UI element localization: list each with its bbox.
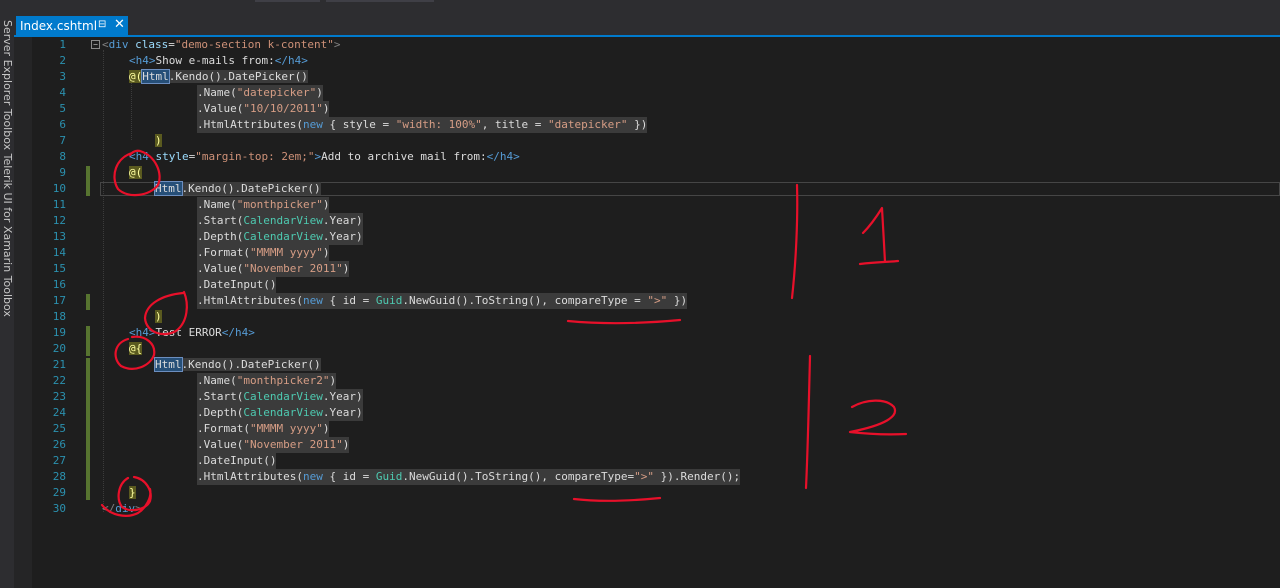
code-line[interactable]: .Depth(CalendarView.Year) [197,405,363,421]
line-number: 24 [52,406,66,419]
line-number: 27 [52,454,66,467]
line-number: 4 [59,86,66,99]
line-number: 14 [52,246,66,259]
code-line[interactable]: ) [155,309,162,325]
change-marker [86,166,90,196]
code-line[interactable]: .HtmlAttributes(new { id = Guid.NewGuid(… [197,293,688,309]
line-number: 25 [52,422,66,435]
line-number: 12 [52,214,66,227]
code-line[interactable]: <div class="demo-section k-content"> [102,37,340,53]
line-number: 17 [52,294,66,307]
line-number: 18 [52,310,66,323]
line-number: 20 [52,342,66,355]
line-number: 26 [52,438,66,451]
line-number: 15 [52,262,66,275]
line-number-gutter: 1 2 3 4 5 6 7 8 9 10 11 12 13 14 15 16 1… [32,37,82,588]
line-number: 23 [52,390,66,403]
code-line[interactable]: .Value("November 2011") [197,437,350,453]
indent-guide [131,82,132,140]
line-number: 19 [52,326,66,339]
line-number: 10 [52,182,66,195]
line-number: 30 [52,502,66,515]
code-line[interactable]: .Format("MMMM yyyy") [197,421,330,437]
code-line[interactable]: .Format("MMMM yyyy") [197,245,330,261]
line-number: 9 [59,166,66,179]
close-icon[interactable]: ✕ [114,17,125,32]
line-number: 1 [59,38,66,51]
line-number: 11 [52,198,66,211]
code-line[interactable]: } [129,485,136,501]
tab-index-cshtml[interactable]: Index.cshtml ⊟ ✕ [16,16,128,36]
sidebar-label[interactable]: Server Explorer Toolbox Telerik UI for X… [1,20,14,317]
line-number: 22 [52,374,66,387]
code-line[interactable]: @{ [129,341,143,357]
indicator-margin [14,37,32,588]
change-marker [86,326,90,356]
code-line[interactable]: .HtmlAttributes(new { style = "width: 10… [197,117,648,133]
pin-icon[interactable]: ⊟ [98,19,106,30]
line-number: 13 [52,230,66,243]
code-line[interactable]: .Name("monthpicker2") [197,373,337,389]
line-number: 2 [59,54,66,67]
code-line[interactable]: .Depth(CalendarView.Year) [197,229,363,245]
code-line[interactable]: @(Html.Kendo().DatePicker() [129,69,308,85]
code-line[interactable]: .DateInput() [197,277,277,293]
code-line[interactable]: .Start(CalendarView.Year) [197,213,363,229]
line-number: 6 [59,118,66,131]
line-number: 3 [59,70,66,83]
code-line[interactable]: .Value("10/10/2011") [197,101,330,117]
code-line[interactable]: <h4 style="margin-top: 2em;">Add to arch… [129,149,520,165]
code-line[interactable]: .DateInput() [197,453,277,469]
code-line[interactable]: .Value("November 2011") [197,261,350,277]
code-line[interactable]: <h4>Show e-mails from:</h4> [129,53,308,69]
change-marker [86,294,90,310]
code-line[interactable]: .Name("monthpicker") [197,197,330,213]
code-line[interactable]: .HtmlAttributes(new { id = Guid.NewGuid(… [197,469,741,485]
code-line[interactable]: .Name("datepicker") [197,85,323,101]
code-line[interactable]: ) [155,133,162,149]
title-strip [0,0,1280,16]
line-number: 29 [52,486,66,499]
code-line[interactable]: </div> [102,501,142,517]
tool-window-sidebar[interactable]: Server Explorer Toolbox Telerik UI for X… [0,16,14,588]
document-tab-strip: Index.cshtml ⊟ ✕ [14,16,1280,36]
line-number: 5 [59,102,66,115]
line-number: 8 [59,150,66,163]
line-number: 7 [59,134,66,147]
tab-title[interactable]: Index.cshtml [16,19,97,33]
toolbar-control [255,0,320,2]
code-line[interactable]: Html.Kendo().DatePicker() [154,181,321,197]
line-number: 28 [52,470,66,483]
change-marker [86,358,90,500]
indent-guide [103,50,104,512]
line-number: 16 [52,278,66,291]
code-line[interactable]: .Start(CalendarView.Year) [197,389,363,405]
toolbar-control [326,0,434,2]
code-line[interactable]: <h4>Test ERROR</h4> [129,325,255,341]
code-line[interactable]: Html.Kendo().DatePicker() [154,357,321,373]
line-number: 21 [52,358,66,371]
collapse-icon[interactable]: − [91,40,100,49]
code-line[interactable]: @( [129,165,143,181]
